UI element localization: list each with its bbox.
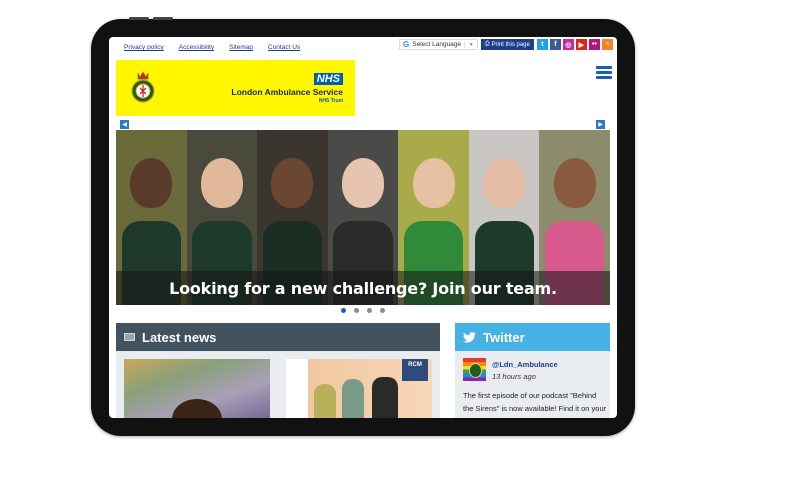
tablet-button — [129, 17, 149, 20]
contact-us-link[interactable]: Contact Us — [268, 44, 300, 51]
twitter-panel: Twitter @Ldn_Ambulance 13 hours ago The … — [455, 323, 610, 418]
hero-carousel[interactable]: Looking for a new challenge? Join our te… — [116, 130, 610, 305]
rss-icon[interactable]: ◝ — [601, 39, 613, 50]
las-crest-icon — [131, 71, 155, 103]
tablet-frame: Privacy policy Accessibility Sitemap Con… — [91, 17, 635, 436]
accessibility-link[interactable]: Accessibility — [179, 44, 214, 51]
google-g-icon: G — [403, 40, 410, 49]
instagram-icon[interactable]: ◎ — [562, 39, 574, 50]
site-logo[interactable]: NHS London Ambulance Service NHS Trust — [116, 60, 355, 116]
latest-news-header: Latest news — [116, 323, 440, 351]
carousel-dot[interactable] — [380, 308, 385, 313]
facebook-icon[interactable]: f — [549, 39, 561, 50]
twitter-bird-icon — [463, 331, 476, 343]
print-button[interactable]: ⎙ Print this page — [480, 39, 534, 50]
divider: | — [464, 41, 466, 48]
carousel-dot[interactable] — [367, 308, 372, 313]
caption-bar: Looking for a new challenge? Join our te… — [116, 271, 610, 305]
news-image[interactable] — [124, 359, 270, 418]
sitemap-link[interactable]: Sitemap — [229, 44, 253, 51]
printer-icon: ⎙ — [484, 41, 490, 47]
hero-caption[interactable]: Looking for a new challenge? Join our te… — [169, 279, 557, 298]
website-screen: Privacy policy Accessibility Sitemap Con… — [109, 37, 617, 418]
top-links: Privacy policy Accessibility Sitemap Con… — [124, 44, 300, 51]
youtube-icon[interactable]: ▶ — [575, 39, 587, 50]
carousel-next-icon[interactable]: ▶ — [596, 120, 605, 129]
social-icons: t f ◎ ▶ •• ◝ — [536, 39, 613, 50]
twitter-icon[interactable]: t — [536, 39, 548, 50]
organisation-trust: NHS Trust — [318, 98, 343, 104]
chevron-down-icon: ▼ — [468, 41, 474, 48]
carousel-prev-icon[interactable]: ◀ — [120, 120, 129, 129]
menu-icon[interactable] — [596, 66, 612, 79]
organisation-name: London Ambulance Service — [231, 87, 343, 97]
twitter-handle[interactable]: @Ldn_Ambulance — [492, 360, 558, 369]
nhs-badge: NHS — [313, 73, 343, 85]
tweet-text: The first episode of our podcast "Behind… — [463, 391, 607, 418]
latest-news-panel: Latest news RCM — [116, 323, 440, 418]
twitter-avatar[interactable] — [463, 358, 486, 381]
carousel-dot[interactable] — [341, 308, 346, 313]
privacy-policy-link[interactable]: Privacy policy — [124, 44, 164, 51]
twitter-header: Twitter — [455, 323, 610, 351]
language-label: Select Language — [412, 41, 462, 48]
flickr-icon[interactable]: •• — [588, 39, 600, 50]
language-select[interactable]: G Select Language | ▼ — [399, 39, 478, 50]
print-label: Print this page — [491, 41, 530, 48]
tweet-time: 13 hours ago — [492, 372, 536, 381]
carousel-dot[interactable] — [354, 308, 359, 313]
news-image[interactable]: RCM — [286, 359, 432, 418]
tablet-button — [153, 17, 173, 20]
carousel-dots — [341, 308, 385, 313]
newspaper-icon — [124, 333, 135, 341]
twitter-title: Twitter — [483, 329, 525, 345]
latest-news-title: Latest news — [142, 329, 217, 345]
utility-bar: G Select Language | ▼ ⎙ Print this page … — [399, 39, 613, 50]
